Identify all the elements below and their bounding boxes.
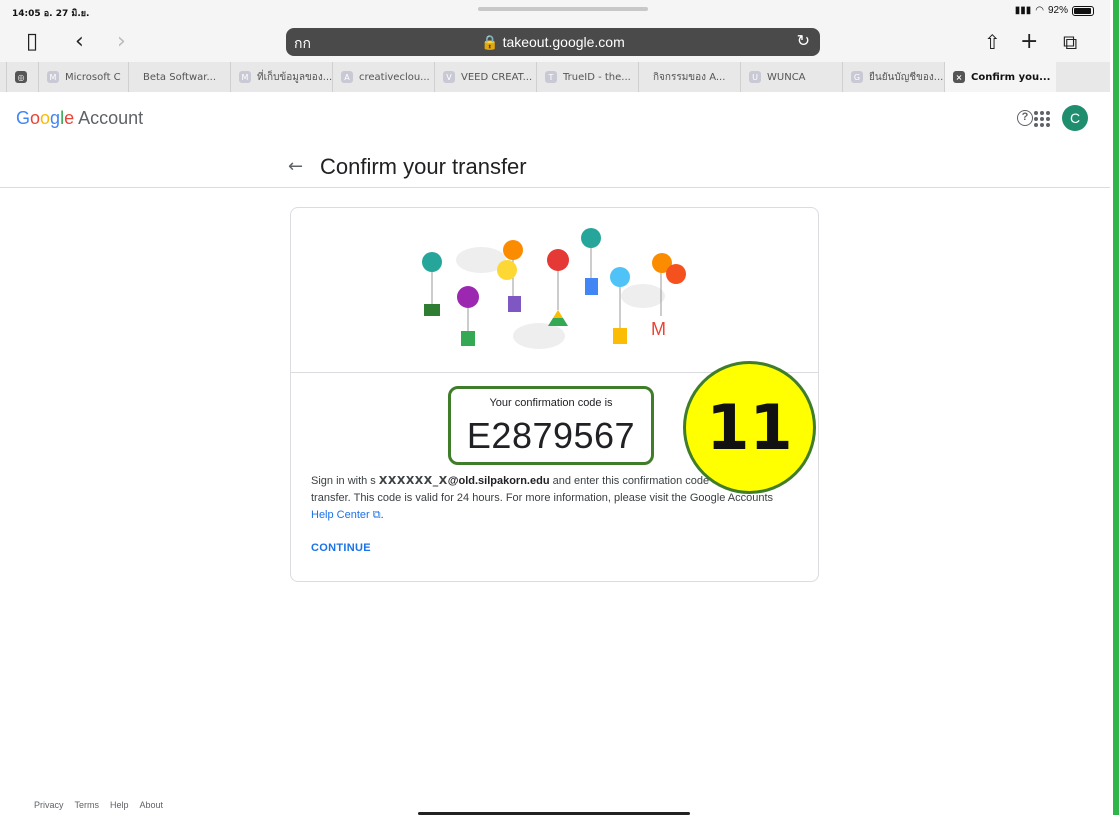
multitask-handle[interactable] xyxy=(478,7,648,11)
tab-label: TrueID - the... xyxy=(563,71,631,83)
tab-item[interactable]: U WUNCA xyxy=(740,62,842,92)
signal-icon: ▮▮▮ xyxy=(1014,5,1032,16)
tab-label: ที่เก็บข้อมูลของ... xyxy=(257,71,332,83)
compass-icon: ◎ xyxy=(15,71,27,83)
svg-text:M: M xyxy=(651,319,666,339)
footer-link-about[interactable]: About xyxy=(140,800,164,810)
tab-item[interactable]: Acreativeclou... xyxy=(332,62,434,92)
green-edge xyxy=(1113,0,1119,815)
footer-link-privacy[interactable]: Privacy xyxy=(34,800,64,810)
back-icon[interactable]: ‹ xyxy=(75,28,84,56)
tab-label: กิจกรรมของ A... xyxy=(653,71,726,83)
battery-percent: 92% xyxy=(1047,5,1068,16)
reload-icon[interactable]: ↻ xyxy=(797,31,810,50)
status-bar: 14:05 อ. 27 มิ.ย. ▮▮▮ ◠ 92% xyxy=(0,0,1110,22)
tab-favicon: T xyxy=(545,71,557,83)
desc-prefix: Sign in with s xyxy=(311,475,376,487)
confirmation-code: E2879567 xyxy=(466,415,636,456)
tab-favicon: M xyxy=(239,71,251,83)
page-header: ← Confirm your transfer xyxy=(0,142,1110,188)
desc-line2: transfer. This code is valid for 24 hour… xyxy=(311,492,774,504)
tab-label: Confirm you... xyxy=(971,71,1051,83)
tab-favicon: A xyxy=(341,71,353,83)
tab-favicon: V xyxy=(443,71,455,83)
tab-label: VEED CREAT... xyxy=(461,71,533,83)
forward-icon[interactable]: › xyxy=(117,28,126,56)
avatar[interactable]: C xyxy=(1062,105,1088,131)
help-center-link[interactable]: Help Center ⧉ xyxy=(311,509,381,521)
desc-middle: and enter this confirmation code xyxy=(549,475,710,487)
balloons-svg: M xyxy=(422,228,686,349)
tab-item[interactable]: V VEED CREAT... xyxy=(434,62,536,92)
tab-label: WUNCA xyxy=(767,71,806,83)
tab-favicon: U xyxy=(749,71,761,83)
tab-close-icon[interactable]: × xyxy=(953,71,965,83)
tab-favicon: M xyxy=(47,71,59,83)
back-arrow-icon[interactable]: ← xyxy=(288,156,303,177)
status-indicators: ▮▮▮ ◠ 92% xyxy=(1015,5,1094,16)
balloon-illustration: M xyxy=(291,208,818,373)
email-domain: @old.silpakorn.edu xyxy=(447,475,550,487)
tab-label: ยืนยันบัญชีของ... xyxy=(869,71,944,83)
tab-item[interactable]: Beta Softwar... xyxy=(128,62,230,92)
battery-icon xyxy=(1072,5,1094,16)
tab-item[interactable]: M ที่เก็บข้อมูลของ... xyxy=(230,62,332,92)
url-text: 🔒 takeout.google.com xyxy=(481,34,625,50)
sidebar-icon[interactable]: ▯ xyxy=(26,28,38,56)
url-value: takeout.google.com xyxy=(502,34,625,50)
footer-links: Privacy Terms Help About xyxy=(34,800,163,810)
tab-label: Microsoft C xyxy=(65,71,121,83)
browser-toolbar: ▯ ‹ › กก 🔒 takeout.google.com ↻ ⇧ + ⧉ xyxy=(0,22,1110,62)
tab-item[interactable]: กิจกรรมของ A... xyxy=(638,62,740,92)
external-link-icon: ⧉ xyxy=(372,509,381,521)
google-header: Google Account ? C xyxy=(0,92,1110,142)
page-title: Confirm your transfer xyxy=(320,154,527,179)
wifi-icon: ◠ xyxy=(1035,5,1044,16)
tab-item-active[interactable]: × Confirm you... xyxy=(944,62,1056,92)
tab-favicon: G xyxy=(851,71,863,83)
step-number-badge: 11 xyxy=(683,361,816,494)
new-tab-icon[interactable]: + xyxy=(1020,28,1038,56)
confirmation-code-box: Your confirmation code is E2879567 xyxy=(448,386,654,465)
apps-grid-icon[interactable] xyxy=(1031,108,1051,128)
status-time: 14:05 อ. 27 มิ.ย. xyxy=(12,9,90,19)
tabs-overview-icon[interactable]: ⧉ xyxy=(1063,28,1077,56)
footer-link-help[interactable]: Help xyxy=(110,800,129,810)
tab-item[interactable]: T TrueID - the... xyxy=(536,62,638,92)
screen: 14:05 อ. 27 มิ.ย. ▮▮▮ ◠ 92% ▯ ‹ › กก 🔒 t… xyxy=(0,0,1119,815)
google-account-logo[interactable]: Google Account xyxy=(16,108,143,129)
address-bar[interactable]: กก 🔒 takeout.google.com ↻ xyxy=(286,28,820,56)
tab-item[interactable]: G ยืนยันบัญชีของ... xyxy=(842,62,944,92)
code-label: Your confirmation code is xyxy=(489,397,613,409)
footer-link-terms[interactable]: Terms xyxy=(75,800,100,810)
tab-compass[interactable]: ◎ xyxy=(6,62,38,92)
tab-label: creativeclou... xyxy=(359,71,430,83)
tab-item[interactable]: M Microsoft C xyxy=(38,62,128,92)
share-icon[interactable]: ⇧ xyxy=(984,28,1001,56)
continue-button[interactable]: CONTINUE xyxy=(311,542,371,554)
tab-strip: ◎ M Microsoft C Beta Softwar... M ที่เก็บข… xyxy=(0,62,1110,92)
tab-label: Beta Softwar... xyxy=(143,71,217,83)
masked-username: XXXXXX_X xyxy=(378,474,448,487)
